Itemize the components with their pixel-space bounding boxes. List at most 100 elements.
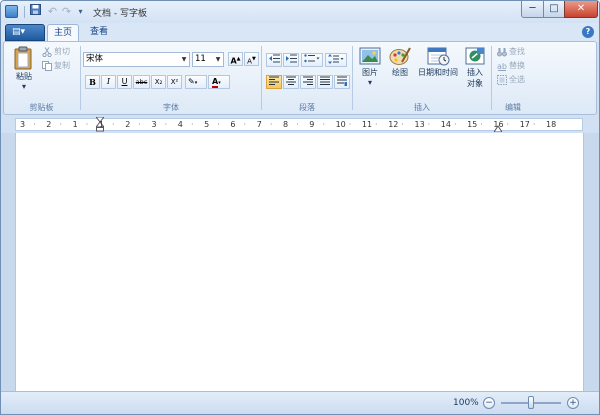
save-icon[interactable] — [28, 4, 43, 19]
picture-dropdown-icon[interactable]: ▾ — [368, 78, 372, 87]
paint-label: 绘图 — [392, 68, 408, 77]
svg-text:ab: ab — [497, 62, 507, 71]
font-family-combo[interactable]: 宋体 ▼ — [83, 52, 190, 67]
font-group: 宋体 ▼ 11 ▼ A▲ A▼ B I U abc X₂ X² ✎▾ A▾ 字体 — [82, 43, 260, 114]
zoom-out-button[interactable]: − — [483, 397, 495, 409]
insert-group-label: 插入 — [414, 103, 430, 112]
group-separator — [80, 46, 81, 110]
align-right-button[interactable] — [300, 75, 316, 89]
copy-label: 复制 — [54, 61, 70, 70]
underline-button[interactable]: U — [117, 75, 132, 89]
insert-object-button[interactable]: 插入 对象 — [462, 46, 488, 89]
grow-font-button[interactable]: A▲ — [228, 52, 243, 66]
document-page[interactable] — [15, 133, 584, 391]
superscript-button[interactable]: X² — [167, 75, 182, 89]
bold-button[interactable]: B — [85, 75, 100, 89]
italic-button[interactable]: I — [101, 75, 116, 89]
ruler-label: 13 — [414, 120, 425, 129]
title-bar: ↶ ↷ ▾ 文档 - 写字板 ─ □ ✕ — [1, 1, 599, 23]
redo-icon[interactable]: ↷ — [59, 4, 74, 19]
font-size-combo[interactable]: 11 ▼ — [192, 52, 224, 67]
paragraph-group: 段落 — [263, 43, 351, 114]
ruler-label: 10 — [335, 120, 346, 129]
ruler-label: 16 — [493, 120, 504, 129]
tab-view[interactable]: 查看 — [81, 24, 117, 42]
horizontal-ruler[interactable]: 3 · 2 · 1 · 1 · 2 · 3 · 4 · 5 · 6 · 7 · 8 · 9 · 10 · 11 · 12 · 13 · 14 · 1… — [15, 116, 583, 133]
application-menu-button[interactable]: ▤▾ — [5, 24, 45, 41]
cut-label: 剪切 — [54, 47, 70, 56]
ruler-tick: · — [164, 120, 168, 129]
customize-quick-access-icon[interactable]: ▾ — [73, 4, 88, 19]
clipboard-group: 粘贴 ▾ 剪切 复制 剪贴板 — [4, 43, 79, 114]
zoom-level-text: 100% — [453, 398, 479, 408]
ruler-label: 18 — [546, 120, 557, 129]
datetime-label: 日期和时间 — [418, 68, 458, 77]
ruler-tick: · — [348, 120, 352, 129]
shrink-font-button[interactable]: A▼ — [244, 52, 259, 66]
ruler-label: 15 — [467, 120, 478, 129]
help-icon[interactable]: ? — [582, 26, 594, 38]
ruler-tick: · — [85, 120, 89, 129]
font-family-value: 宋体 — [86, 54, 104, 64]
paragraph-dialog-button[interactable] — [334, 75, 350, 89]
ruler-tick: · — [269, 120, 273, 129]
insert-datetime-button[interactable]: 日期和时间 — [415, 46, 461, 78]
font-size-dropdown-icon[interactable]: ▼ — [214, 53, 222, 66]
bullet-list-button[interactable] — [301, 53, 323, 67]
group-separator — [491, 46, 492, 110]
justify-button[interactable] — [317, 75, 333, 89]
font-family-dropdown-icon[interactable]: ▼ — [180, 53, 188, 66]
insert-group: 图片 ▾ 绘图 日期和时间 插入 对象 插入 — [354, 43, 490, 114]
group-separator — [352, 46, 353, 110]
undo-icon[interactable]: ↶ — [45, 4, 60, 19]
increase-indent-icon — [285, 54, 297, 63]
copy-icon — [42, 60, 52, 71]
wordpad-window: ↶ ↷ ▾ 文档 - 写字板 ─ □ ✕ ▤▾ 主页 查看 ? 粘贴 ▾ 剪切 … — [0, 0, 600, 415]
ruler-tick: · — [243, 120, 247, 129]
paste-dropdown-icon[interactable]: ▾ — [22, 82, 26, 91]
ruler-tick: · — [112, 120, 115, 129]
ruler-tick: · — [59, 120, 62, 129]
minimize-button[interactable]: ─ — [521, 1, 544, 18]
ruler-tick: · — [480, 120, 483, 129]
replace-button[interactable]: ab 替换 — [497, 60, 525, 72]
ruler-tick: · — [453, 120, 457, 129]
ruler-tick: · — [138, 120, 141, 129]
line-spacing-button[interactable] — [325, 53, 347, 67]
font-size-value: 11 — [195, 54, 206, 64]
font-group-label: 字体 — [163, 103, 179, 112]
ruler-tick: · — [296, 120, 299, 129]
insert-picture-button[interactable]: 图片 ▾ — [357, 46, 383, 87]
copy-button[interactable]: 复制 — [42, 60, 70, 72]
increase-indent-button[interactable] — [283, 53, 299, 67]
align-center-button[interactable] — [283, 75, 299, 89]
zoom-slider-thumb[interactable] — [528, 396, 534, 409]
select-all-label: 全选 — [509, 75, 525, 84]
clipboard-group-label: 剪贴板 — [29, 103, 54, 112]
paste-button[interactable]: 粘贴 ▾ — [10, 46, 38, 91]
ruler-tick: · — [427, 120, 431, 129]
tab-home[interactable]: 主页 — [47, 24, 79, 42]
zoom-in-button[interactable]: + — [567, 397, 579, 409]
paragraph-group-label: 段落 — [299, 103, 315, 112]
align-left-button[interactable] — [266, 75, 282, 89]
ruler-label: 4 — [177, 120, 183, 129]
strikethrough-button[interactable]: abc — [133, 75, 150, 89]
font-color-button[interactable]: A▾ — [208, 75, 230, 89]
highlight-color-button[interactable]: ✎▾ — [185, 75, 207, 89]
subscript-button[interactable]: X₂ — [151, 75, 166, 89]
decrease-indent-button[interactable] — [266, 53, 282, 67]
select-all-button[interactable]: 全选 — [497, 74, 525, 86]
ribbon-tab-row: ▤▾ 主页 查看 ? — [1, 23, 599, 42]
paint-drawing-button[interactable]: 绘图 — [387, 46, 413, 78]
line-spacing-icon — [328, 54, 344, 64]
maximize-button[interactable]: □ — [543, 1, 565, 18]
cut-button[interactable]: 剪切 — [42, 46, 70, 58]
ruler-tick: · — [190, 120, 194, 129]
replace-label: 替换 — [509, 61, 525, 70]
ruler-label: 12 — [388, 120, 399, 129]
wordpad-app-icon[interactable] — [5, 5, 18, 18]
close-button[interactable]: ✕ — [564, 1, 598, 18]
find-button[interactable]: 查找 — [497, 46, 525, 58]
ruler-label: 11 — [361, 120, 373, 129]
